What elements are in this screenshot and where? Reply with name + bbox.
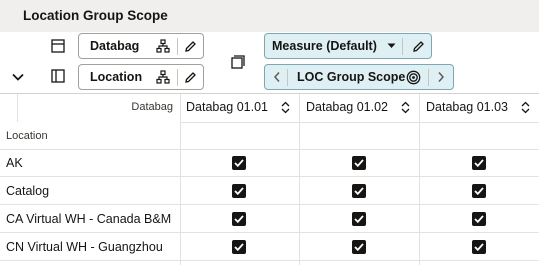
grid-line xyxy=(0,176,539,177)
pill-separator xyxy=(428,69,429,86)
grid-line xyxy=(0,149,539,150)
measure-label: Measure (Default) xyxy=(272,39,377,53)
check-icon xyxy=(474,215,484,223)
pivot-grid: Databag Location Databag 01.01 Databag 0… xyxy=(0,94,539,265)
location-dimension-pill[interactable]: Location xyxy=(78,64,204,90)
grid-line xyxy=(0,260,539,261)
row-layout-icon xyxy=(51,39,65,53)
sort-icon xyxy=(521,101,529,113)
column-dimension-label: Databag xyxy=(131,101,173,113)
chevron-right-icon xyxy=(438,72,445,82)
check-icon xyxy=(234,215,244,223)
grid-line xyxy=(419,94,420,265)
location-dimension-label: Location xyxy=(90,70,143,84)
column-layout-icon xyxy=(51,69,65,83)
grid-line xyxy=(0,204,539,205)
cell-checkbox[interactable] xyxy=(352,156,366,170)
column-header[interactable]: Databag 01.01 xyxy=(186,100,268,114)
caret-down-icon xyxy=(387,43,395,48)
edit-databag-button[interactable] xyxy=(182,38,198,54)
hierarchy-button[interactable] xyxy=(155,69,171,85)
column-header[interactable]: Databag 01.03 xyxy=(426,100,508,114)
pencil-icon xyxy=(184,71,196,83)
pencil-icon xyxy=(412,40,424,52)
measure-pill[interactable]: Measure (Default) xyxy=(264,33,432,59)
chevron-down-icon xyxy=(12,73,24,81)
cell-checkbox[interactable] xyxy=(472,184,486,198)
cell-checkbox[interactable] xyxy=(232,184,246,198)
sort-button[interactable] xyxy=(400,100,410,114)
scope-next-button[interactable] xyxy=(433,69,449,85)
pill-separator xyxy=(177,38,178,55)
sort-button[interactable] xyxy=(280,100,290,114)
scope-previous-button[interactable] xyxy=(269,69,285,85)
dialog-header: Location Group Scope xyxy=(0,0,539,32)
row-dimension-label: Location xyxy=(6,130,48,142)
databag-dimension-label: Databag xyxy=(90,39,140,53)
check-icon xyxy=(354,159,364,167)
cell-checkbox[interactable] xyxy=(232,212,246,226)
row-header: AK xyxy=(6,156,23,170)
hierarchy-icon xyxy=(156,39,170,53)
sort-button[interactable] xyxy=(520,100,530,114)
check-icon xyxy=(354,187,364,195)
cell-checkbox[interactable] xyxy=(352,240,366,254)
check-icon xyxy=(354,243,364,251)
check-icon xyxy=(474,159,484,167)
dialog-title: Location Group Scope xyxy=(23,8,168,23)
cell-checkbox[interactable] xyxy=(232,156,246,170)
hierarchy-icon xyxy=(156,70,170,84)
edit-measure-button[interactable] xyxy=(410,38,426,54)
sort-icon xyxy=(281,101,289,113)
sort-icon xyxy=(401,101,409,113)
grid-line xyxy=(17,94,18,122)
scope-pill[interactable]: LOC Group Scope xyxy=(264,64,454,90)
pivot-toolbar: Databag Location Measure (Default) LOC G… xyxy=(0,32,539,94)
collapse-toolbar-button[interactable] xyxy=(8,68,28,86)
cell-checkbox[interactable] xyxy=(472,156,486,170)
grid-line xyxy=(180,94,181,265)
check-icon xyxy=(474,187,484,195)
pivot-icon xyxy=(231,55,245,69)
row-header: CA Virtual WH - Canada B&M xyxy=(6,212,172,226)
cell-checkbox[interactable] xyxy=(472,212,486,226)
columns-layout-button[interactable] xyxy=(48,66,68,86)
cell-checkbox[interactable] xyxy=(352,212,366,226)
check-icon xyxy=(234,243,244,251)
edit-location-button[interactable] xyxy=(182,69,198,85)
rows-layout-button[interactable] xyxy=(48,36,68,56)
pill-separator xyxy=(287,69,288,86)
grid-line xyxy=(0,232,539,233)
scope-target-button[interactable] xyxy=(405,69,421,85)
pill-separator xyxy=(177,69,178,86)
pill-separator xyxy=(402,38,403,55)
grid-line xyxy=(299,94,300,265)
databag-dimension-pill[interactable]: Databag xyxy=(78,33,204,59)
grid-line xyxy=(180,122,539,123)
cell-checkbox[interactable] xyxy=(352,184,366,198)
column-header[interactable]: Databag 01.02 xyxy=(306,100,388,114)
check-icon xyxy=(234,187,244,195)
pencil-icon xyxy=(184,40,196,52)
row-header: CN Virtual WH - Guangzhou xyxy=(6,240,163,254)
chevron-left-icon xyxy=(273,72,280,82)
row-header: Catalog xyxy=(6,184,50,198)
hierarchy-button[interactable] xyxy=(155,38,171,54)
check-icon xyxy=(474,243,484,251)
measure-dropdown-button[interactable] xyxy=(385,39,397,53)
pivot-button[interactable] xyxy=(228,52,248,72)
check-icon xyxy=(354,215,364,223)
cell-checkbox[interactable] xyxy=(472,240,486,254)
target-icon xyxy=(406,70,420,84)
check-icon xyxy=(234,159,244,167)
scope-label: LOC Group Scope xyxy=(297,70,406,84)
cell-checkbox[interactable] xyxy=(232,240,246,254)
